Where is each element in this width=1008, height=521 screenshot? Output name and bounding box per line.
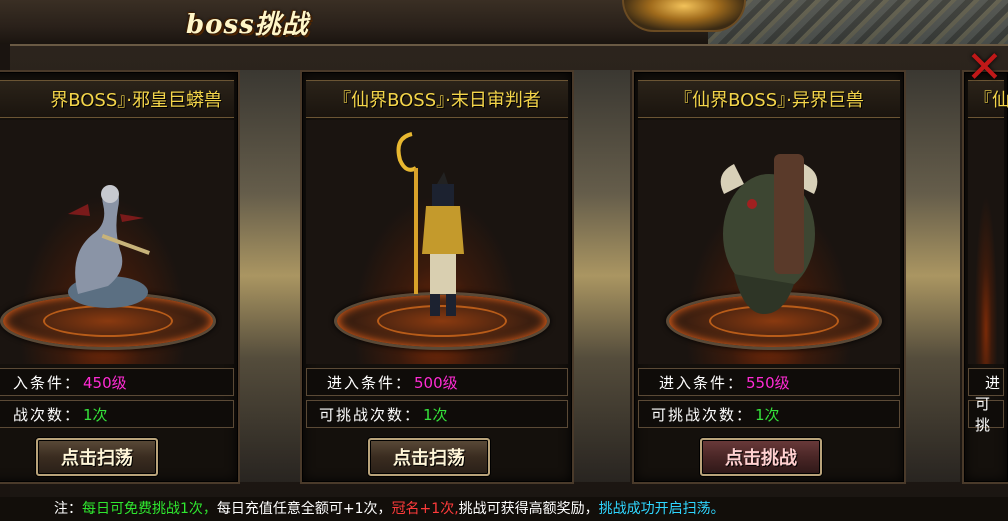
boss-name: 『仙界BOSS』·末日审判者: [333, 90, 541, 111]
boss-card: 『仙界BOSS』·异界巨兽 进入条件： 550级 可挑战次数： 1次 点击挑战: [632, 70, 906, 484]
enter-level-value: 550级: [746, 373, 790, 392]
enter-condition-row: 进入条件： 550级: [638, 368, 900, 396]
boss-name-bar: 『仙界BOSS』·异界巨兽: [638, 80, 900, 118]
boss-card: 『仙界BOSS』·末日审判者 进入条件： 500级 可挑战次数： 1次 点击扫荡: [300, 70, 574, 484]
close-x-icon[interactable]: ✕: [966, 46, 1003, 90]
challenge-times-row: 可挑战次数： 1次: [306, 400, 568, 428]
emblem-icon: [622, 0, 746, 32]
boss-card: 『仙 进 可挑: [962, 70, 1008, 484]
boss-name-bar: 界BOSS』·邪皇巨蟒兽: [0, 80, 234, 118]
beast-boss-figure: [720, 154, 818, 314]
card-divider: [900, 70, 960, 482]
challenge-times-value: 1次: [423, 405, 448, 424]
card-divider: [240, 70, 300, 482]
enter-level-value: 450级: [83, 373, 127, 392]
boss-name: 界BOSS』·邪皇巨蟒兽: [50, 90, 222, 111]
anubis-boss-figure: [396, 132, 464, 316]
challenge-times-value: 1次: [83, 405, 108, 424]
boss-name-bar: 『仙界BOSS』·末日审判者: [306, 80, 568, 118]
enter-condition-row: 进: [968, 368, 1004, 396]
serpent-boss-figure: [68, 185, 150, 308]
sweep-button[interactable]: 点击扫荡: [36, 438, 158, 476]
sweep-button[interactable]: 点击扫荡: [368, 438, 490, 476]
top-bar: boss挑战: [0, 0, 1008, 44]
boss-stage: [0, 120, 234, 364]
boss-stage: [306, 120, 568, 364]
decorative-swirl: [708, 0, 1008, 44]
challenge-times-value: 1次: [755, 405, 780, 424]
boss-stage: [638, 120, 900, 364]
boss-name: 『仙界BOSS』·异界巨兽: [674, 90, 864, 111]
enter-condition-row: 进入条件： 500级: [306, 368, 568, 396]
enter-level-value: 500级: [414, 373, 458, 392]
card-divider: [570, 70, 630, 482]
enter-condition-row: 入条件： 450级: [0, 368, 234, 396]
challenge-times-row: 可挑战次数： 1次: [638, 400, 900, 428]
challenge-button[interactable]: 点击挑战: [700, 438, 822, 476]
page-title: boss挑战: [186, 10, 309, 40]
footer-note: 注：每日可免费挑战1次，每日充值任意全额可+1次，冠名+1次,挑战可获得高额奖励…: [0, 497, 1008, 521]
challenge-times-row: 可挑: [968, 395, 1004, 434]
boss-stage: [968, 120, 1004, 364]
boss-card: 界BOSS』·邪皇巨蟒兽 入条件： 450级 战次数： 1次 点击扫荡: [0, 70, 240, 484]
challenge-times-row: 战次数： 1次: [0, 400, 234, 428]
